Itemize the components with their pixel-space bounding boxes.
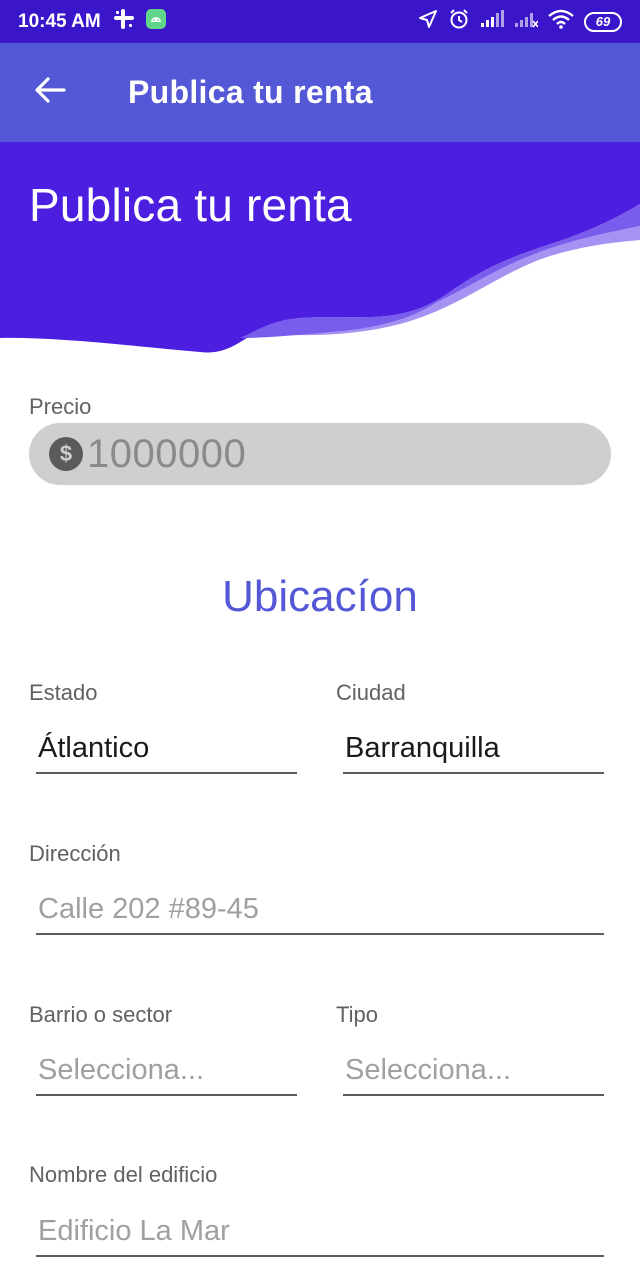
- hero-wave: [0, 142, 640, 353]
- status-time: 10:45 AM: [18, 10, 101, 32]
- alarm-icon: [448, 8, 470, 35]
- price-value: 1000000: [87, 431, 247, 476]
- estado-field[interactable]: Átlantico: [36, 724, 297, 774]
- estado-label: Estado: [29, 680, 98, 705]
- back-button[interactable]: [20, 63, 80, 123]
- signal-icon: [480, 10, 504, 33]
- status-bar: 10:45 AM 69: [0, 0, 640, 43]
- dollar-icon: $: [49, 437, 83, 471]
- hero-header: Publica tu renta: [0, 142, 640, 362]
- barrio-select[interactable]: Selecciona...: [36, 1046, 297, 1096]
- signal-no-service-icon: [514, 10, 539, 33]
- android-icon: [145, 8, 167, 35]
- slack-icon: [113, 8, 135, 35]
- hero-title: Publica tu renta: [29, 179, 352, 231]
- barrio-label: Barrio o sector: [29, 1002, 173, 1027]
- tipo-select[interactable]: Selecciona...: [343, 1046, 604, 1096]
- ciudad-field[interactable]: Barranquilla: [343, 724, 604, 774]
- battery-indicator: 69: [584, 11, 622, 32]
- price-input[interactable]: $ 1000000: [29, 423, 611, 485]
- price-label: Precio: [29, 394, 92, 419]
- app-bar-title: Publica tu renta: [128, 74, 373, 110]
- location-arrow-icon: [418, 9, 438, 34]
- wifi-icon: [548, 9, 574, 34]
- tipo-label: Tipo: [336, 1002, 378, 1027]
- ciudad-label: Ciudad: [336, 680, 406, 705]
- direccion-label: Dirección: [29, 841, 121, 866]
- edificio-label: Nombre del edificio: [29, 1162, 218, 1187]
- section-title-location: Ubicacíon: [222, 572, 418, 621]
- direccion-field[interactable]: Calle 202 #89-45: [36, 885, 604, 935]
- edificio-field[interactable]: Edificio La Mar: [36, 1207, 604, 1257]
- app-bar: Publica tu renta: [0, 43, 640, 142]
- arrow-left-icon: [34, 76, 66, 109]
